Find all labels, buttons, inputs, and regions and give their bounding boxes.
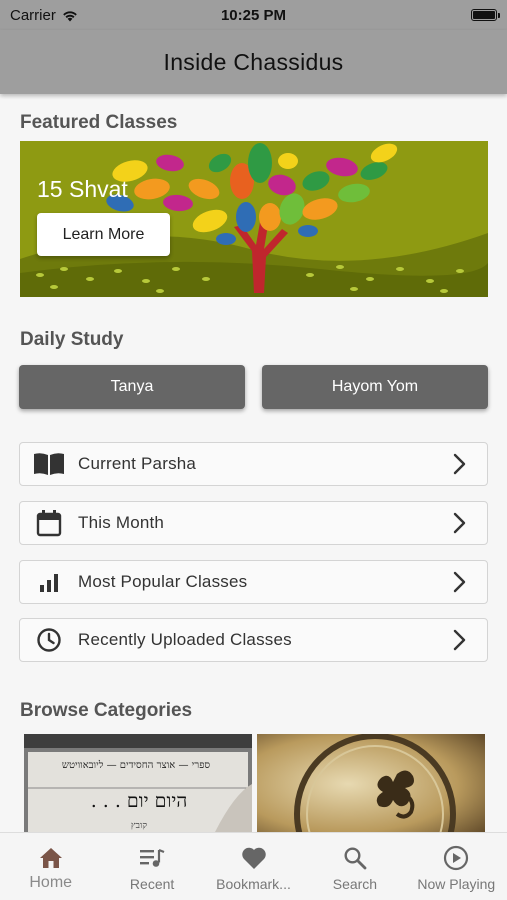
carrier-label: Carrier (10, 6, 56, 24)
chevron-right-icon (433, 629, 487, 651)
tab-now-playing[interactable]: Now Playing (406, 833, 507, 900)
chevron-right-icon (433, 453, 487, 475)
tab-label: Recent (129, 876, 175, 892)
cover-header-text: ספרי — אוצר החסידים — ליובאוויטש (61, 760, 211, 771)
open-book-icon (20, 452, 78, 476)
browse-categories-section-title: Browse Categories (20, 700, 193, 721)
ornate-clasp-icon (257, 734, 485, 832)
page-title: Inside Chassidus (163, 48, 344, 75)
clock-icon (20, 627, 78, 653)
wifi-icon (63, 10, 77, 21)
list-item-label: Most Popular Classes (78, 572, 248, 591)
tab-label: Now Playing (417, 876, 496, 892)
tab-label: Home (29, 874, 73, 891)
cover-sub-text: קובץ (130, 821, 148, 831)
status-left: Carrier (10, 7, 79, 24)
tab-search[interactable]: Search (304, 833, 405, 900)
status-bar: Carrier 10:25 PM (0, 0, 507, 30)
playlist-icon (139, 844, 165, 872)
list-item-current-parsha[interactable]: Current Parsha (19, 442, 488, 486)
cover-title-text: היום יום . . . (90, 790, 188, 812)
list-item-label: Current Parsha (78, 454, 197, 473)
tab-label: Bookmark... (216, 876, 291, 892)
list-item-recently-uploaded[interactable]: Recently Uploaded Classes (19, 618, 488, 662)
chevron-right-icon (433, 512, 487, 534)
chevron-right-icon (433, 571, 487, 593)
bar-chart-icon (20, 572, 78, 592)
tanya-button[interactable]: Tanya (19, 365, 245, 409)
category-tile-hayom-yom[interactable]: ספרי — אוצר החסידים — ליובאוויטש היום יו… (24, 734, 252, 832)
home-icon (39, 844, 63, 872)
list-item-label: This Month (78, 513, 165, 532)
featured-banner[interactable]: 15 Shvat Learn More (20, 141, 488, 297)
featured-section-title: Featured Classes (20, 112, 178, 133)
category-tile-ornate[interactable] (257, 734, 485, 832)
nav-bar: Inside Chassidus (0, 30, 507, 94)
tab-bar: Home Recent Bookmark... Search Now Playi… (0, 832, 507, 900)
list-item-this-month[interactable]: This Month (19, 501, 488, 545)
list-item-most-popular[interactable]: Most Popular Classes (19, 560, 488, 604)
search-icon (343, 844, 367, 872)
tab-recent[interactable]: Recent (101, 833, 202, 900)
learn-more-button[interactable]: Learn More (37, 213, 170, 256)
play-circle-icon (443, 844, 469, 872)
tab-bookmarks[interactable]: Bookmark... (203, 833, 304, 900)
home-content[interactable]: Featured Classes 15 Shvat Learn More Dai… (0, 94, 507, 832)
tab-home[interactable]: Home (0, 833, 101, 900)
hayom-yom-button[interactable]: Hayom Yom (262, 365, 488, 409)
list-item-label: Recently Uploaded Classes (78, 630, 292, 649)
battery-icon (471, 9, 500, 21)
daily-study-section-title: Daily Study (20, 329, 124, 350)
banner-title: 15 Shvat (37, 176, 128, 202)
calendar-icon (20, 509, 78, 537)
book-cover-image (24, 734, 252, 832)
heart-icon (241, 844, 267, 872)
tab-label: Search (332, 876, 378, 892)
